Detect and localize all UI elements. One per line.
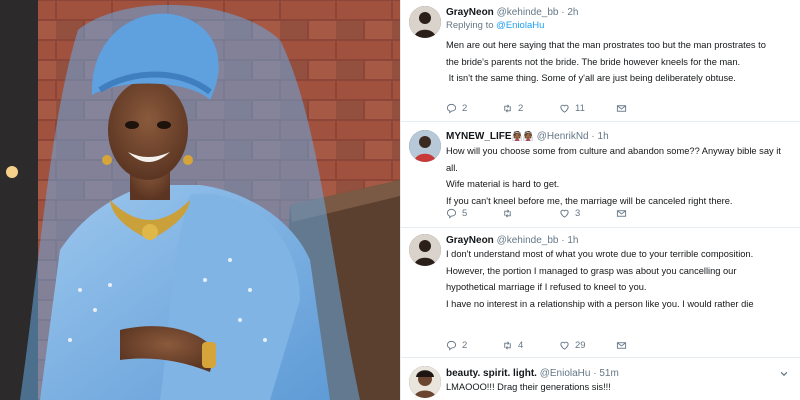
display-name-emoji: 👰🏾👰🏾	[511, 131, 534, 141]
separator: ·	[593, 368, 597, 379]
like-count: 11	[575, 103, 585, 114]
avatar-image	[409, 130, 441, 162]
tweet-line: Wife material is hard to get.	[446, 179, 560, 189]
dm-button[interactable]	[616, 103, 627, 114]
reply-icon	[446, 103, 457, 114]
tweet-line: However, the portion I managed to grasp …	[446, 265, 737, 276]
heart-icon	[560, 209, 569, 218]
avatar[interactable]	[409, 366, 441, 398]
timestamp[interactable]: 51m	[599, 368, 618, 379]
bride-photo	[0, 0, 400, 400]
reply-icon	[446, 208, 457, 219]
bride-photo-illustration	[0, 0, 400, 400]
reply-count: 2	[462, 103, 468, 114]
avatar-image	[409, 6, 441, 38]
user-handle[interactable]: @HenrikNd	[537, 131, 589, 142]
tweet-header: MYNEW_LIFE👰🏾👰🏾 @HenrikNd · 1h	[446, 130, 609, 143]
tweet-text: LMAOOO!!! Drag their generations sis!!!	[446, 379, 796, 396]
tweet-line: the bride's parents not the bride. The b…	[446, 56, 741, 67]
reply-button[interactable]: 2	[446, 340, 467, 351]
reply-button[interactable]: 2	[446, 103, 467, 114]
tweet-actions: 5 3	[446, 208, 666, 222]
tweet-4[interactable]: beauty. spirit. light. @EniolaHu · 51m L…	[401, 358, 800, 400]
display-name[interactable]: beauty. spirit. light.	[446, 368, 537, 379]
heart-icon	[560, 104, 569, 113]
tweet-line: LMAOOO!!! Drag their generations sis!!!	[446, 382, 611, 392]
reply-count: 5	[462, 208, 468, 219]
retweet-count: 2	[518, 103, 524, 114]
tweet-3[interactable]: GrayNeon @kehinde_bb · 1h I don't unders…	[401, 228, 800, 358]
display-name[interactable]: GrayNeon	[446, 235, 494, 246]
tweet-1[interactable]: GrayNeon @kehinde_bb · 2h Replying to @E…	[401, 0, 800, 122]
like-button[interactable]: 11	[559, 103, 585, 114]
retweet-button[interactable]: 2	[502, 103, 523, 114]
retweet-icon	[504, 104, 511, 113]
tweet-actions: 2 2 11	[446, 103, 666, 117]
chevron-down-icon[interactable]	[779, 369, 789, 379]
tweet-line: How will you choose some from culture an…	[446, 146, 781, 156]
reply-count: 2	[462, 340, 468, 351]
tweet-line: It isn't the same thing. Some of y'all a…	[446, 73, 736, 83]
separator: ·	[561, 7, 565, 18]
timestamp[interactable]: 1h	[567, 235, 578, 246]
tweet-text: Men are out here saying that the man pro…	[446, 37, 796, 87]
envelope-icon	[616, 342, 627, 349]
heart-icon	[560, 341, 569, 350]
envelope-icon	[616, 210, 627, 217]
replying-to-label: Replying to	[446, 20, 497, 31]
avatar[interactable]	[409, 234, 441, 266]
like-count: 29	[575, 340, 586, 351]
tweet-thread: GrayNeon @kehinde_bb · 2h Replying to @E…	[400, 0, 800, 400]
dm-button[interactable]	[616, 208, 627, 219]
tweet-actions: 2 4 29	[446, 340, 666, 354]
reply-button[interactable]: 5	[446, 208, 467, 219]
envelope-icon	[616, 105, 627, 112]
retweet-count: 4	[518, 340, 524, 351]
tweet-line: all.	[446, 162, 458, 173]
avatar[interactable]	[409, 130, 441, 162]
separator: ·	[561, 235, 565, 246]
display-name[interactable]: GrayNeon	[446, 7, 494, 18]
display-name[interactable]: MYNEW_LIFE	[446, 131, 512, 142]
user-handle[interactable]: @kehinde_bb	[497, 235, 559, 246]
avatar-image	[409, 234, 441, 266]
tweet-line: I have no interest in a relationship wit…	[446, 298, 754, 309]
retweet-icon	[504, 341, 511, 350]
retweet-icon	[504, 209, 511, 218]
like-button[interactable]: 3	[559, 208, 580, 219]
user-handle[interactable]: @EniolaHu	[540, 368, 591, 379]
retweet-button[interactable]: 4	[502, 340, 523, 351]
tweet-2[interactable]: MYNEW_LIFE👰🏾👰🏾 @HenrikNd · 1h How will y…	[401, 122, 800, 228]
like-count: 3	[575, 208, 581, 219]
tweet-line: Men are out here saying that the man pro…	[446, 40, 766, 50]
timestamp[interactable]: 2h	[567, 7, 578, 18]
tweet-line: If you can't kneel before me, the marria…	[446, 195, 733, 206]
retweet-button[interactable]	[502, 208, 518, 219]
avatar-image	[409, 366, 441, 398]
like-button[interactable]: 29	[559, 340, 586, 351]
replying-to: Replying to @EniolaHu	[446, 20, 544, 31]
tweet-line: hypothetical marriage if I refused to kn…	[446, 282, 647, 292]
separator: ·	[591, 131, 595, 142]
replying-to-handle[interactable]: @EniolaHu	[496, 20, 544, 31]
user-handle[interactable]: @kehinde_bb	[497, 7, 559, 18]
tweet-text: I don't understand most of what you wrot…	[446, 246, 796, 312]
timestamp[interactable]: 1h	[598, 131, 609, 142]
tweet-text: How will you choose some from culture an…	[446, 143, 796, 209]
avatar[interactable]	[409, 6, 441, 38]
tweet-header: GrayNeon @kehinde_bb · 2h	[446, 6, 578, 19]
dm-button[interactable]	[616, 340, 627, 351]
reply-icon	[446, 340, 457, 351]
tweet-line: I don't understand most of what you wrot…	[446, 249, 754, 259]
